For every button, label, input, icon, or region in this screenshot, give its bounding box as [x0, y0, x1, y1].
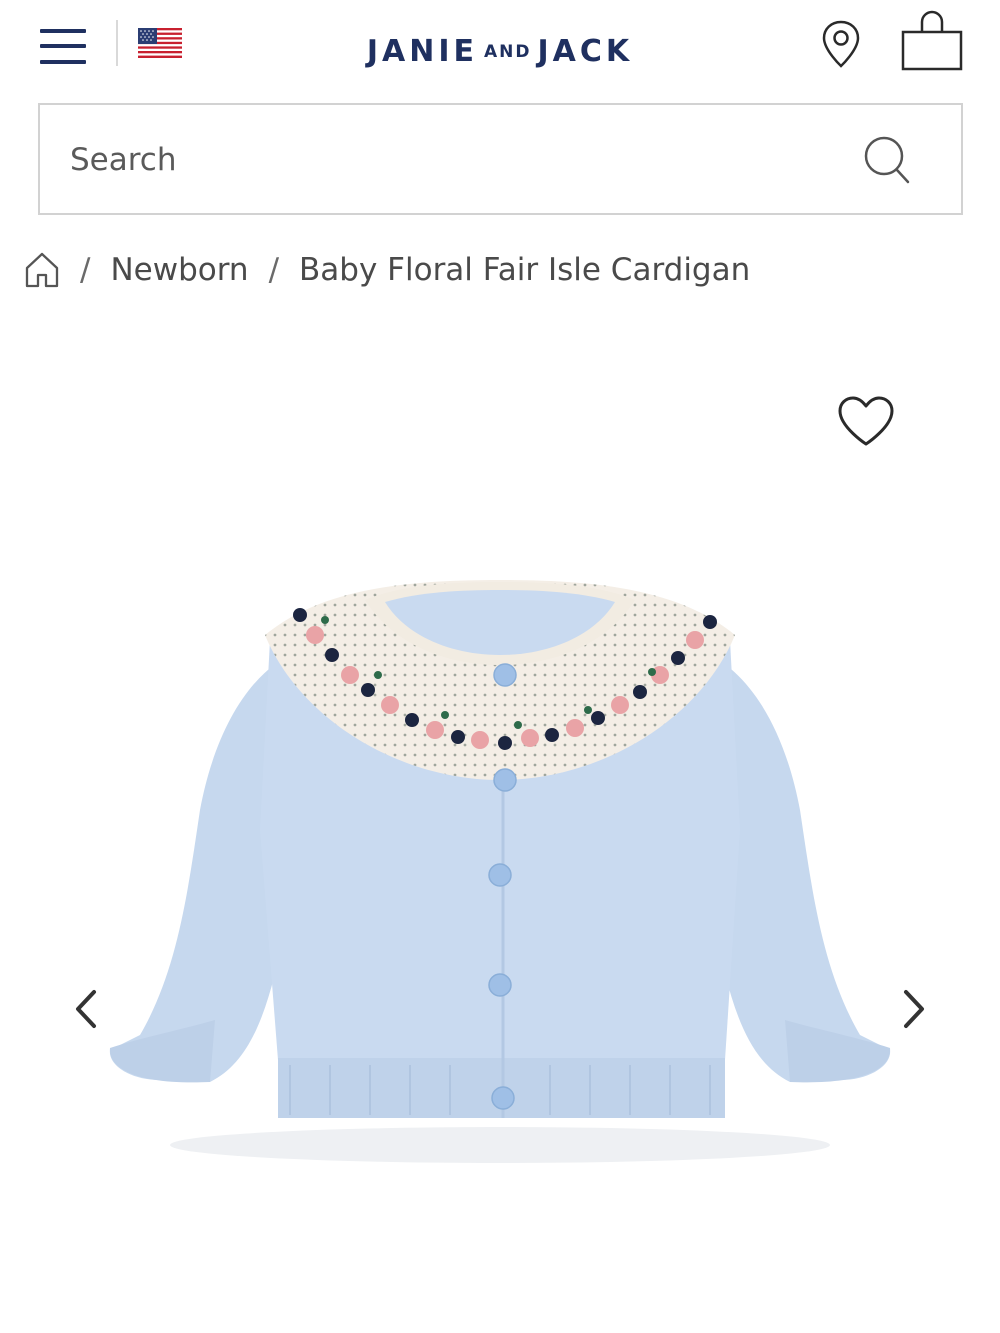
brand-name-right: JACK	[537, 34, 634, 69]
location-pin-icon[interactable]	[818, 18, 864, 70]
heart-icon[interactable]	[836, 394, 896, 448]
breadcrumb-separator: /	[80, 252, 91, 288]
home-icon[interactable]	[24, 250, 60, 290]
search-bar	[38, 103, 963, 215]
breadcrumb: / Newborn / Baby Floral Fair Isle Cardig…	[24, 242, 750, 298]
site-header: JANIE AND JACK	[0, 0, 1000, 95]
product-gallery	[0, 330, 1000, 1333]
shopping-bag-icon[interactable]	[900, 10, 964, 72]
breadcrumb-separator: /	[268, 252, 280, 288]
breadcrumb-item-newborn[interactable]: Newborn	[110, 252, 248, 288]
chevron-left-icon[interactable]	[70, 986, 102, 1032]
search-icon[interactable]	[860, 132, 912, 186]
menu-bar	[40, 29, 86, 33]
breadcrumb-item-current: Baby Floral Fair Isle Cardigan	[299, 252, 751, 288]
chevron-right-icon[interactable]	[898, 986, 930, 1032]
product-image-cardigan[interactable]	[100, 580, 900, 1180]
brand-name-left: JANIE	[366, 34, 478, 69]
search-input[interactable]	[70, 135, 850, 185]
brand-name-and: AND	[484, 42, 532, 62]
